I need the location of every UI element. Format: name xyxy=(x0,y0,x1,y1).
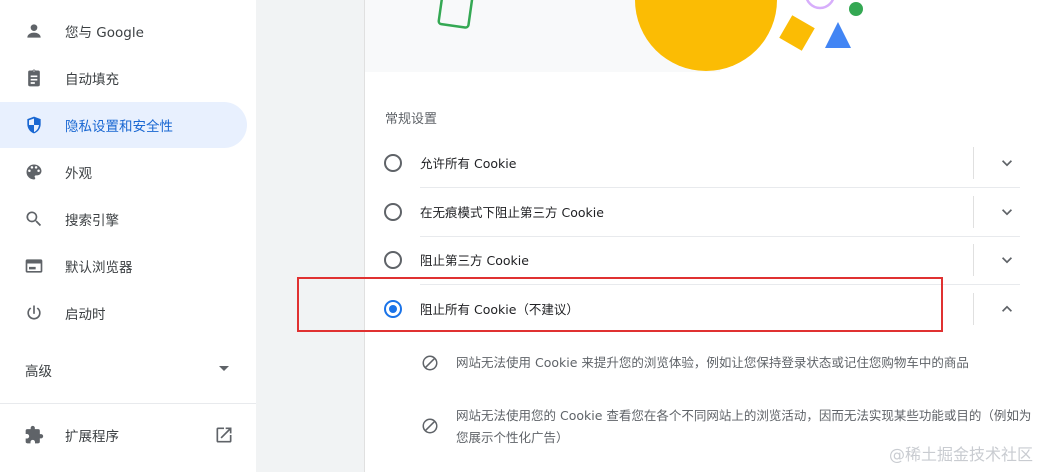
watermark: @稀土掘金技术社区 xyxy=(888,445,1033,464)
chevron-down-icon[interactable] xyxy=(997,153,1017,173)
sidebar-item-label: 您与 Google xyxy=(65,25,144,41)
shield-icon xyxy=(24,115,44,135)
sidebar-item-label: 扩展程序 xyxy=(65,429,119,445)
radio-button[interactable] xyxy=(384,154,402,172)
section-title: 常规设置 xyxy=(385,112,438,127)
cookie-option-block-third-party-incognito[interactable]: 在无痕模式下阻止第三方 Cookie xyxy=(365,188,1041,236)
chevron-down-icon[interactable] xyxy=(997,250,1017,270)
cookie-settings-card: 常规设置 允许所有 Cookie 在无痕模式下阻止第三方 Cookie 阻止第三… xyxy=(364,0,1041,472)
settings-sidebar: 您与 Google 自动填充 隐私设置和安全性 外观 搜索引擎 默认浏览器 启动… xyxy=(0,0,256,472)
sidebar-item-appearance[interactable]: 外观 xyxy=(0,149,247,195)
block-icon xyxy=(421,354,441,374)
option-label: 在无痕模式下阻止第三方 Cookie xyxy=(420,205,604,220)
open-in-new-icon[interactable] xyxy=(214,425,234,445)
person-icon xyxy=(24,21,44,41)
sidebar-item-label: 隐私设置和安全性 xyxy=(65,119,173,135)
vertical-separator xyxy=(973,293,974,325)
sidebar-item-default-browser[interactable]: 默认浏览器 xyxy=(0,243,247,289)
sidebar-item-label: 外观 xyxy=(65,166,92,182)
cookie-option-block-third-party[interactable]: 阻止第三方 Cookie xyxy=(365,236,1041,284)
sidebar-item-label: 默认浏览器 xyxy=(65,260,133,276)
sidebar-item-privacy-security[interactable]: 隐私设置和安全性 xyxy=(0,102,247,148)
power-icon xyxy=(24,303,44,323)
cookie-option-allow-all[interactable]: 允许所有 Cookie xyxy=(365,139,1041,187)
browser-icon xyxy=(24,256,44,276)
option-label: 阻止第三方 Cookie xyxy=(420,253,529,268)
sidebar-item-you-and-google[interactable]: 您与 Google xyxy=(0,8,247,54)
illustration-shapes xyxy=(437,0,1041,72)
detail-text: 网站无法使用 Cookie 来提升您的浏览体验，例如让您保持登录状态或记住您购物… xyxy=(456,355,969,370)
option-label: 允许所有 Cookie xyxy=(420,156,517,171)
sidebar-item-extensions[interactable]: 扩展程序 xyxy=(0,412,256,458)
sidebar-advanced-toggle[interactable]: 高级 xyxy=(0,347,256,393)
caret-down-icon xyxy=(219,366,229,371)
vertical-separator xyxy=(973,196,974,228)
vertical-separator xyxy=(973,244,974,276)
option-label: 阻止所有 Cookie（不建议） xyxy=(420,302,579,317)
chevron-down-icon[interactable] xyxy=(997,202,1017,222)
sidebar-item-search-engine[interactable]: 搜索引擎 xyxy=(0,196,247,242)
sidebar-item-autofill[interactable]: 自动填充 xyxy=(0,55,247,101)
clipboard-icon xyxy=(24,68,44,88)
palette-icon xyxy=(24,162,44,182)
advanced-label: 高级 xyxy=(25,364,52,380)
radio-button-selected[interactable] xyxy=(384,300,402,318)
sidebar-item-label: 搜索引擎 xyxy=(65,213,119,229)
block-icon xyxy=(421,417,441,437)
radio-button[interactable] xyxy=(384,251,402,269)
detail-item: 网站无法使用 Cookie 来提升您的浏览体验，例如让您保持登录状态或记住您购物… xyxy=(421,352,1021,376)
search-icon xyxy=(24,209,44,229)
chevron-up-icon[interactable] xyxy=(997,299,1017,319)
radio-button[interactable] xyxy=(384,203,402,221)
cookie-illustration xyxy=(365,0,1041,72)
sidebar-item-label: 启动时 xyxy=(65,307,106,323)
sidebar-item-label: 自动填充 xyxy=(65,72,119,88)
sidebar-item-on-startup[interactable]: 启动时 xyxy=(0,290,247,336)
vertical-separator xyxy=(973,147,974,179)
sidebar-divider xyxy=(0,403,256,404)
cookie-option-block-all[interactable]: 阻止所有 Cookie（不建议） xyxy=(365,285,1041,333)
puzzle-icon xyxy=(24,425,44,445)
